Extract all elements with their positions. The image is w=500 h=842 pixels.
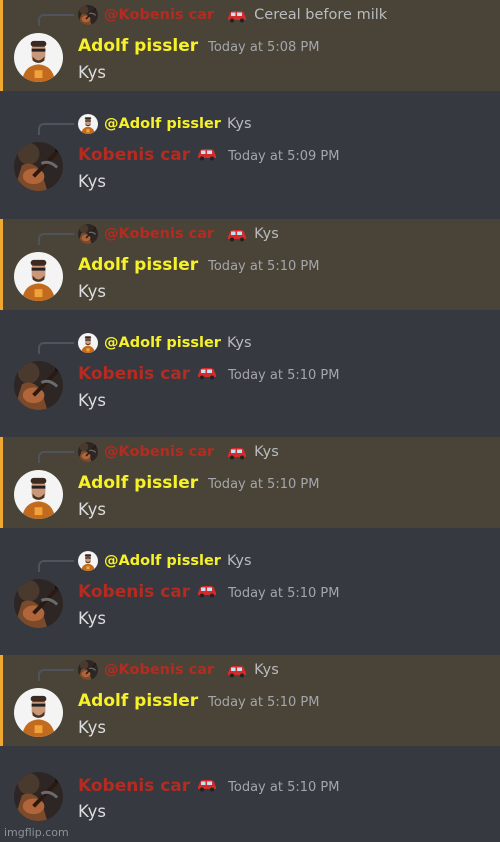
timestamp: Today at 5:08 PM xyxy=(208,40,320,55)
timestamp: Today at 5:10 PM xyxy=(228,780,340,795)
reply-text[interactable]: Kys xyxy=(254,444,279,460)
reply-preview[interactable]: @Adolf pissler Kys xyxy=(104,114,252,134)
car-emoji-icon xyxy=(196,778,218,792)
guitar-avatar-small[interactable] xyxy=(78,224,98,244)
reply-spine xyxy=(38,560,74,572)
message[interactable]: @Kobenis car Kys Adolf pissler Today at 5:1… xyxy=(0,437,500,528)
reply-mention[interactable]: @Adolf pissler xyxy=(104,116,221,132)
message[interactable]: @Kobenis car Cereal before milk Adolf piss… xyxy=(0,0,500,91)
message-content: Kys xyxy=(78,500,106,519)
reply-text[interactable]: Kys xyxy=(227,116,252,132)
message-header: Kobenis car Today at 5:09 PM xyxy=(78,145,339,165)
message[interactable]: @Kobenis car Kys Adolf pissler Today at 5:1… xyxy=(0,655,500,746)
gordon-avatar[interactable] xyxy=(14,470,63,519)
message-header: Adolf pissler Today at 5:10 PM xyxy=(78,473,319,493)
gordon-avatar[interactable] xyxy=(14,252,63,301)
reply-preview[interactable]: @Kobenis car Kys xyxy=(104,442,279,462)
reply-mention[interactable]: @Adolf pissler xyxy=(104,553,221,569)
username[interactable]: Kobenis car xyxy=(78,582,190,602)
message-header: Adolf pissler Today at 5:08 PM xyxy=(78,36,319,56)
reply-mention[interactable]: @Kobenis car xyxy=(104,444,214,460)
guitar-avatar-small[interactable] xyxy=(78,5,98,25)
gordon-avatar-small[interactable] xyxy=(78,333,98,353)
timestamp: Today at 5:09 PM xyxy=(228,149,340,164)
gordon-avatar-small[interactable] xyxy=(78,551,98,571)
username[interactable]: Adolf pissler xyxy=(78,36,198,56)
reply-spine xyxy=(38,451,74,463)
car-emoji-icon xyxy=(196,584,218,598)
car-emoji-icon xyxy=(226,664,248,678)
reply-spine xyxy=(38,233,74,245)
car-emoji-icon xyxy=(226,9,248,23)
timestamp: Today at 5:10 PM xyxy=(208,477,320,492)
message-content: Kys xyxy=(78,172,106,191)
guitar-avatar[interactable] xyxy=(14,772,63,821)
message-content: Kys xyxy=(78,63,106,82)
message[interactable]: Kobenis car Today at 5:10 PM Kys xyxy=(0,764,500,842)
reply-preview[interactable]: @Adolf pissler Kys xyxy=(104,333,252,353)
username[interactable]: Adolf pissler xyxy=(78,691,198,711)
guitar-avatar-small[interactable] xyxy=(78,660,98,680)
message-content: Kys xyxy=(78,391,106,410)
reply-spine xyxy=(38,14,74,26)
message-header: Adolf pissler Today at 5:10 PM xyxy=(78,691,319,711)
car-emoji-icon xyxy=(226,446,248,460)
guitar-avatar[interactable] xyxy=(14,579,63,628)
watermark: imgflip.com xyxy=(4,826,69,839)
gordon-avatar[interactable] xyxy=(14,688,63,737)
message-content: Kys xyxy=(78,802,106,821)
username[interactable]: Kobenis car xyxy=(78,364,190,384)
message-header: Kobenis car Today at 5:10 PM xyxy=(78,364,339,384)
username[interactable]: Adolf pissler xyxy=(78,255,198,275)
car-emoji-icon xyxy=(196,366,218,380)
message-header: Adolf pissler Today at 5:10 PM xyxy=(78,255,319,275)
guitar-avatar[interactable] xyxy=(14,361,63,410)
message-header: Kobenis car Today at 5:10 PM xyxy=(78,776,339,796)
message-content: Kys xyxy=(78,718,106,737)
message[interactable]: @Adolf pissler Kys Kobenis car Today at 5:1… xyxy=(0,546,500,637)
username[interactable]: Adolf pissler xyxy=(78,473,198,493)
reply-mention[interactable]: @Kobenis car xyxy=(104,662,214,678)
reply-text[interactable]: Kys xyxy=(254,662,279,678)
reply-mention[interactable]: @Kobenis car xyxy=(104,226,214,242)
timestamp: Today at 5:10 PM xyxy=(208,695,320,710)
reply-spine xyxy=(38,669,74,681)
reply-preview[interactable]: @Adolf pissler Kys xyxy=(104,551,252,571)
message-header: Kobenis car Today at 5:10 PM xyxy=(78,582,339,602)
username[interactable]: Kobenis car xyxy=(78,776,190,796)
guitar-avatar[interactable] xyxy=(14,142,63,191)
message-content: Kys xyxy=(78,609,106,628)
gordon-avatar-small[interactable] xyxy=(78,114,98,134)
username[interactable]: Kobenis car xyxy=(78,145,190,165)
reply-text[interactable]: Kys xyxy=(227,335,252,351)
guitar-avatar-small[interactable] xyxy=(78,442,98,462)
timestamp: Today at 5:10 PM xyxy=(228,368,340,383)
message[interactable]: @Kobenis car Kys Adolf pissler Today at 5:1… xyxy=(0,219,500,310)
chat-log: @Kobenis car Cereal before milk Adolf piss… xyxy=(0,0,500,842)
reply-preview[interactable]: @Kobenis car Cereal before milk xyxy=(104,5,387,25)
reply-text[interactable]: Kys xyxy=(227,553,252,569)
reply-preview[interactable]: @Kobenis car Kys xyxy=(104,224,279,244)
message[interactable]: @Adolf pissler Kys Kobenis car Today at 5:1… xyxy=(0,328,500,419)
reply-text[interactable]: Cereal before milk xyxy=(254,7,387,23)
reply-mention[interactable]: @Adolf pissler xyxy=(104,335,221,351)
car-emoji-icon xyxy=(226,228,248,242)
reply-mention[interactable]: @Kobenis car xyxy=(104,7,214,23)
car-emoji-icon xyxy=(196,147,218,161)
timestamp: Today at 5:10 PM xyxy=(228,586,340,601)
reply-preview[interactable]: @Kobenis car Kys xyxy=(104,660,279,680)
timestamp: Today at 5:10 PM xyxy=(208,259,320,274)
message[interactable]: @Adolf pissler Kys Kobenis car Today at 5:0… xyxy=(0,109,500,200)
reply-spine xyxy=(38,342,74,354)
gordon-avatar[interactable] xyxy=(14,33,63,82)
reply-text[interactable]: Kys xyxy=(254,226,279,242)
reply-spine xyxy=(38,123,74,135)
message-content: Kys xyxy=(78,282,106,301)
